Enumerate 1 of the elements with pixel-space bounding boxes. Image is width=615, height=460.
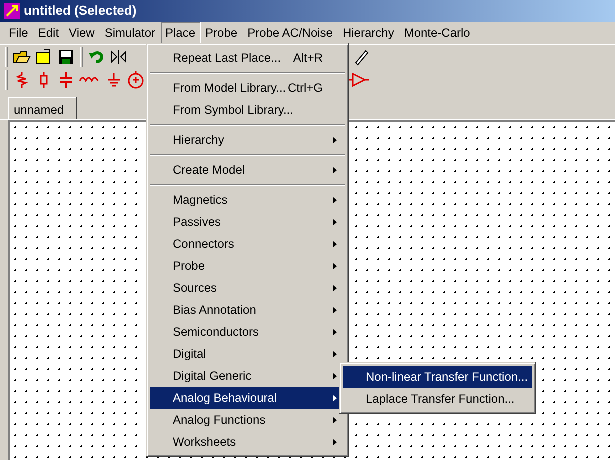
window-title: untitled (Selected) [24,2,137,20]
